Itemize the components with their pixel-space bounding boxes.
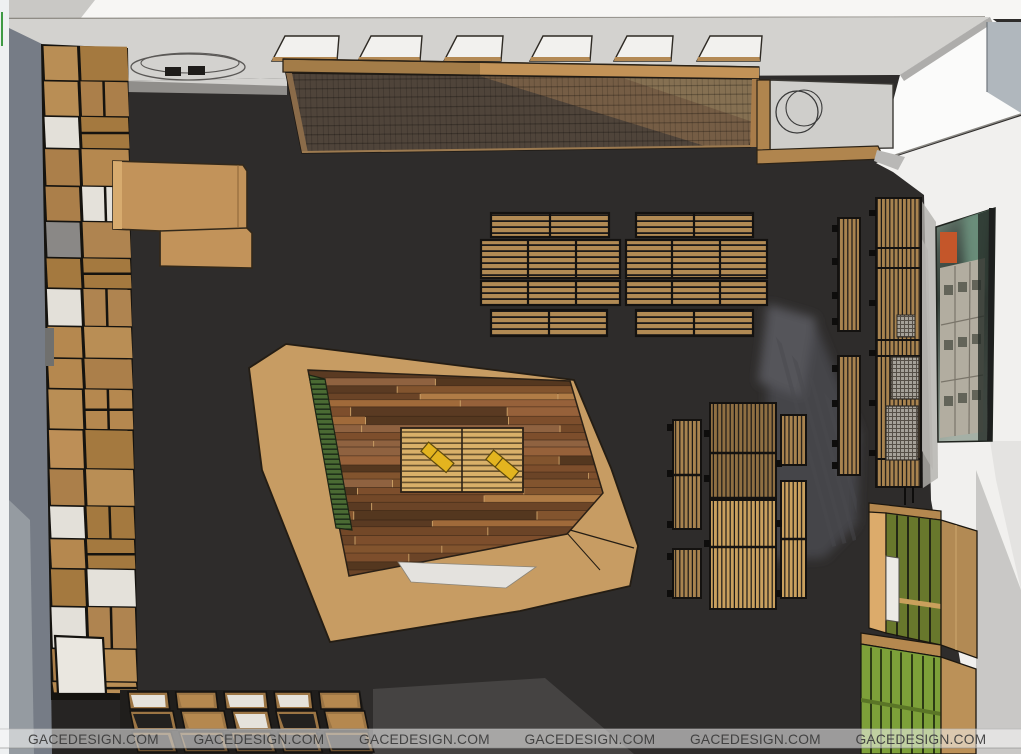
- svg-text:GACEDESIGN.COM: GACEDESIGN.COM: [194, 732, 325, 747]
- svg-text:GACEDESIGN.COM: GACEDESIGN.COM: [28, 732, 159, 747]
- svg-text:GACEDESIGN.COM: GACEDESIGN.COM: [525, 732, 656, 747]
- svg-text:GACEDESIGN.COM: GACEDESIGN.COM: [359, 732, 490, 747]
- svg-text:GACEDESIGN.COM: GACEDESIGN.COM: [856, 732, 987, 747]
- svg-text:GACEDESIGN.COM: GACEDESIGN.COM: [690, 732, 821, 747]
